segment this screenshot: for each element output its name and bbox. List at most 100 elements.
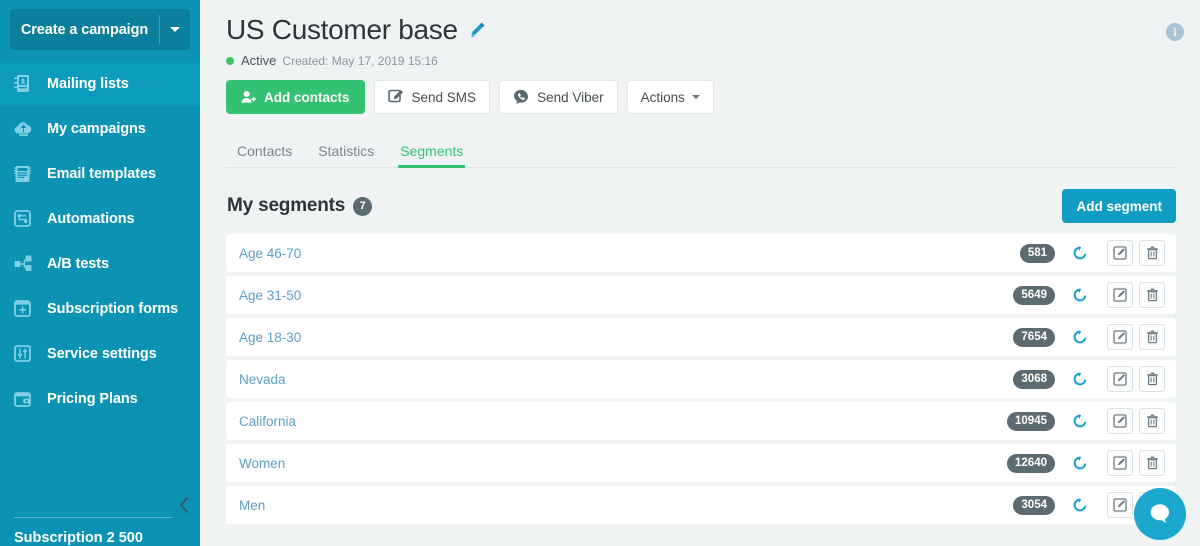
send-sms-button[interactable]: Send SMS xyxy=(374,80,491,114)
edit-square-icon[interactable] xyxy=(1107,408,1133,434)
refresh-icon[interactable] xyxy=(1069,494,1091,516)
sidebar-item-label: Pricing Plans xyxy=(47,391,138,407)
main-content: i US Customer base Active Created: May 1… xyxy=(200,0,1200,546)
sidebar-item-label: Service settings xyxy=(47,346,157,362)
send-viber-button[interactable]: Send Viber xyxy=(499,80,618,114)
create-campaign-dropdown-toggle[interactable] xyxy=(160,9,190,50)
sidebar-item-label: Mailing lists xyxy=(47,76,129,92)
chat-widget-button[interactable] xyxy=(1134,488,1186,540)
created-timestamp: Created: May 17, 2019 15:16 xyxy=(282,54,437,68)
table-row: Age 31-50 5649 xyxy=(226,276,1176,314)
table-row: Age 18-30 7654 xyxy=(226,318,1176,356)
wallet-icon xyxy=(14,388,40,410)
sliders-icon xyxy=(14,343,40,365)
add-contacts-button[interactable]: Add contacts xyxy=(226,80,365,114)
add-contacts-label: Add contacts xyxy=(264,90,350,105)
sidebar-item-email-templates[interactable]: Email templates xyxy=(0,151,200,196)
sidebar-item-label: Email templates xyxy=(47,166,156,182)
send-sms-label: Send SMS xyxy=(412,90,477,105)
table-row: California 10945 xyxy=(226,402,1176,440)
segment-name-link[interactable]: Age 31-50 xyxy=(239,288,1013,303)
segment-count-badge: 581 xyxy=(1020,244,1055,263)
sidebar-item-label: My campaigns xyxy=(47,121,146,137)
send-viber-label: Send Viber xyxy=(537,90,604,105)
refresh-icon[interactable] xyxy=(1069,368,1091,390)
template-icon xyxy=(14,163,40,185)
action-button-row: Add contacts Send SMS Send Viber Actions xyxy=(226,80,1176,114)
actions-dropdown-button[interactable]: Actions xyxy=(627,80,714,114)
trash-icon[interactable] xyxy=(1139,408,1165,434)
add-segment-button[interactable]: Add segment xyxy=(1062,189,1176,223)
sidebar-item-ab-tests[interactable]: A/B tests xyxy=(0,241,200,286)
table-row: Age 46-70 581 xyxy=(226,234,1176,272)
segment-count-badge: 5649 xyxy=(1013,286,1055,305)
pencil-icon[interactable] xyxy=(468,21,486,39)
sidebar-item-pricing-plans[interactable]: Pricing Plans xyxy=(0,376,200,421)
segment-count-badge: 3068 xyxy=(1013,370,1055,389)
add-user-icon xyxy=(241,90,256,104)
tab-label: Segments xyxy=(400,143,463,159)
caret-down-icon xyxy=(692,95,700,99)
create-campaign-label: Create a campaign xyxy=(10,9,159,50)
create-campaign-wrapper: Create a campaign xyxy=(0,0,200,50)
table-row: Women 12640 xyxy=(226,444,1176,482)
segment-name-link[interactable]: Men xyxy=(239,498,1013,513)
segment-name-link[interactable]: Age 18-30 xyxy=(239,330,1013,345)
edit-square-icon[interactable] xyxy=(1107,366,1133,392)
segment-name-link[interactable]: California xyxy=(239,414,1007,429)
trash-icon[interactable] xyxy=(1139,324,1165,350)
sidebar-subscription-label: Subscription 2 500 xyxy=(14,530,143,546)
sidebar-item-my-campaigns[interactable]: My campaigns xyxy=(0,106,200,151)
add-segment-label: Add segment xyxy=(1076,199,1162,214)
refresh-icon[interactable] xyxy=(1069,452,1091,474)
tab-statistics[interactable]: Statistics xyxy=(305,143,387,168)
segment-name-link[interactable]: Nevada xyxy=(239,372,1013,387)
trash-icon[interactable] xyxy=(1139,366,1165,392)
sidebar-item-label: A/B tests xyxy=(47,256,109,272)
segment-name-link[interactable]: Women xyxy=(239,456,1007,471)
edit-square-icon[interactable] xyxy=(1107,324,1133,350)
refresh-icon[interactable] xyxy=(1069,242,1091,264)
refresh-icon[interactable] xyxy=(1069,326,1091,348)
sidebar-item-mailing-lists[interactable]: Mailing lists xyxy=(0,61,200,106)
refresh-icon[interactable] xyxy=(1069,410,1091,432)
segments-title: My segments xyxy=(227,195,345,217)
edit-square-icon[interactable] xyxy=(1107,240,1133,266)
app-root: Create a campaign Mailing lists My campa… xyxy=(0,0,1200,546)
sidebar-collapse-button[interactable] xyxy=(176,494,192,516)
edit-square-icon[interactable] xyxy=(1107,492,1133,518)
segment-count-badge: 10945 xyxy=(1007,412,1055,431)
create-campaign-button[interactable]: Create a campaign xyxy=(10,9,190,50)
segment-count-badge: 12640 xyxy=(1007,454,1055,473)
ab-split-icon xyxy=(14,253,40,275)
segments-list: Age 46-70 581 Age 31-50 5649 Age 18-30 7… xyxy=(226,234,1176,524)
edit-square-icon[interactable] xyxy=(1107,450,1133,476)
tab-label: Contacts xyxy=(237,143,292,159)
trash-icon[interactable] xyxy=(1139,282,1165,308)
automation-flow-icon xyxy=(14,208,40,230)
segments-title-wrapper: My segments 7 xyxy=(226,195,372,217)
viber-icon xyxy=(513,89,529,105)
table-row: Men 3054 xyxy=(226,486,1176,524)
sidebar-item-subscription-forms[interactable]: Subscription forms xyxy=(0,286,200,331)
edit-square-icon[interactable] xyxy=(1107,282,1133,308)
status-badge: Active xyxy=(241,53,276,68)
tab-contacts[interactable]: Contacts xyxy=(226,143,305,168)
tab-bar: Contacts Statistics Segments xyxy=(226,136,1176,168)
trash-icon[interactable] xyxy=(1139,240,1165,266)
tab-label: Statistics xyxy=(318,143,374,159)
status-dot-icon xyxy=(226,57,234,65)
refresh-icon[interactable] xyxy=(1069,284,1091,306)
chat-bubble-icon xyxy=(1145,499,1175,529)
info-icon[interactable]: i xyxy=(1166,23,1184,41)
chevron-left-icon xyxy=(179,497,189,513)
trash-icon[interactable] xyxy=(1139,450,1165,476)
tab-segments[interactable]: Segments xyxy=(387,143,476,168)
sidebar-item-label: Automations xyxy=(47,211,135,227)
sidebar-divider xyxy=(14,517,172,518)
segment-count-badge: 3054 xyxy=(1013,496,1055,515)
table-row: Nevada 3068 xyxy=(226,360,1176,398)
sidebar-item-service-settings[interactable]: Service settings xyxy=(0,331,200,376)
segment-name-link[interactable]: Age 46-70 xyxy=(239,246,1020,261)
sidebar-item-automations[interactable]: Automations xyxy=(0,196,200,241)
